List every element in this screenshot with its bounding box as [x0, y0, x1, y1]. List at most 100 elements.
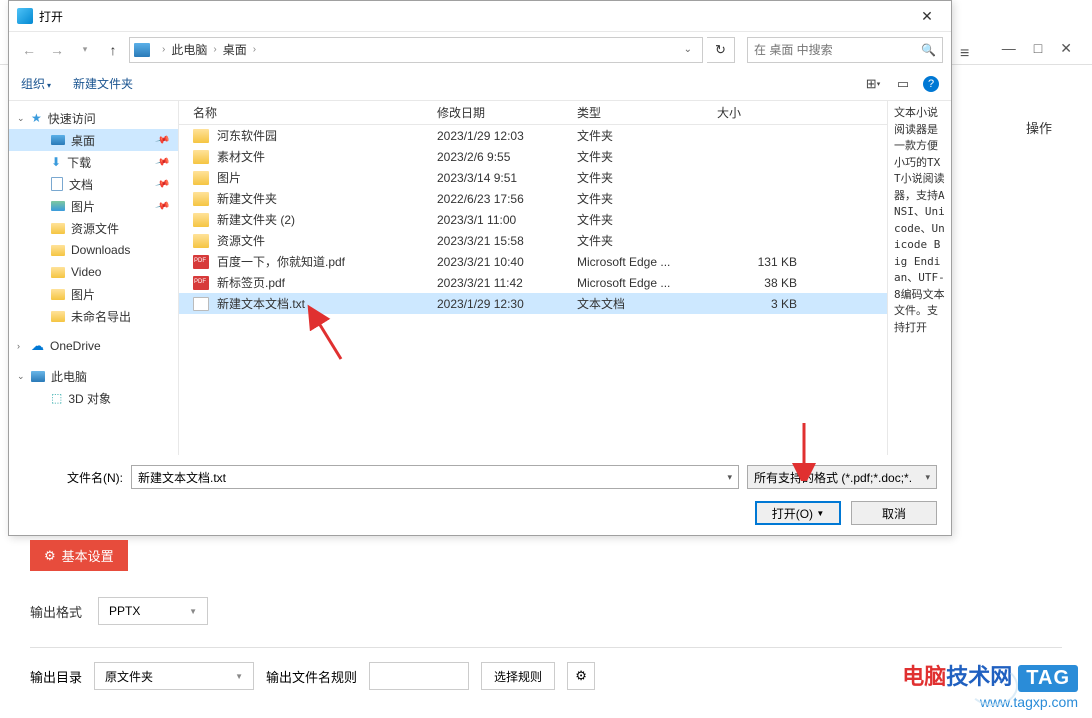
- sidebar: ⌄★快速访问 桌面📌 ⬇下载📌 文档📌 图片📌 资源文件 Downloads V…: [9, 101, 179, 455]
- txt-icon: [193, 297, 209, 311]
- file-name: 新建文件夹 (2): [217, 211, 437, 228]
- file-row[interactable]: 新建文本文档.txt2023/1/29 12:30文本文档3 KB: [179, 293, 887, 314]
- hamburger-icon[interactable]: ≡: [960, 45, 969, 63]
- chevron-down-icon[interactable]: ⌄: [678, 44, 698, 55]
- nav-bar: ← → ▾ ↑ › 此电脑 › 桌面 › ⌄ ↻ 🔍: [9, 31, 951, 67]
- sidebar-quick-access[interactable]: ⌄★快速访问: [9, 107, 178, 129]
- column-type[interactable]: 类型: [577, 104, 717, 121]
- file-row[interactable]: 百度一下，你就知道.pdf2023/3/21 10:40Microsoft Ed…: [179, 251, 887, 272]
- file-date: 2023/3/1 11:00: [437, 213, 577, 227]
- close-button[interactable]: ✕: [907, 2, 947, 30]
- chevron-right-icon[interactable]: ›: [253, 44, 256, 55]
- refresh-button[interactable]: ↻: [707, 37, 735, 63]
- open-button[interactable]: 打开(O) ▼: [755, 501, 841, 525]
- breadcrumb-folder[interactable]: 桌面: [223, 41, 247, 58]
- search-icon[interactable]: 🔍: [921, 43, 936, 57]
- back-button[interactable]: ←: [17, 38, 41, 62]
- sidebar-onedrive[interactable]: ›☁OneDrive: [9, 335, 178, 357]
- column-size[interactable]: 大小: [717, 104, 817, 121]
- view-mode-button[interactable]: ⊞▾: [863, 75, 883, 93]
- file-name: 新标签页.pdf: [217, 274, 437, 291]
- file-row[interactable]: 新建文件夹2022/6/23 17:56文件夹: [179, 188, 887, 209]
- chevron-right-icon[interactable]: ›: [213, 44, 216, 55]
- folder-icon: [193, 150, 209, 164]
- forward-button: →: [45, 38, 69, 62]
- recent-dropdown[interactable]: ▾: [73, 38, 97, 62]
- chevron-right-icon[interactable]: ›: [162, 44, 165, 55]
- gear-icon: ⚙: [44, 548, 56, 564]
- column-name[interactable]: 名称: [179, 104, 437, 121]
- folder-icon: [193, 171, 209, 185]
- folder-icon: [193, 234, 209, 248]
- output-rule-input[interactable]: [369, 662, 469, 690]
- file-type: Microsoft Edge ...: [577, 276, 717, 290]
- file-name: 新建文本文档.txt: [217, 295, 437, 312]
- minimize-icon[interactable]: —: [1002, 40, 1016, 57]
- file-name: 资源文件: [217, 232, 437, 249]
- address-bar[interactable]: › 此电脑 › 桌面 › ⌄: [129, 37, 703, 63]
- open-file-dialog: 打开 ✕ ← → ▾ ↑ › 此电脑 › 桌面 › ⌄ ↻ 🔍 组织▾ 新建文件…: [8, 0, 952, 536]
- file-size: 3 KB: [717, 297, 807, 311]
- app-icon: [17, 8, 33, 24]
- file-date: 2022/6/23 17:56: [437, 192, 577, 206]
- file-name: 新建文件夹: [217, 190, 437, 207]
- output-format-label: 输出格式: [30, 602, 82, 621]
- file-row[interactable]: 河东软件园2023/1/29 12:03文件夹: [179, 125, 887, 146]
- file-row[interactable]: 资源文件2023/3/21 15:58文件夹: [179, 230, 887, 251]
- file-row[interactable]: 新标签页.pdf2023/3/21 11:42Microsoft Edge ..…: [179, 272, 887, 293]
- preview-pane: 文本小说阅读器是一款方便小巧的TXT小说阅读器，支持ANSI、Unicode、U…: [887, 101, 951, 455]
- settings-gear-button[interactable]: ⚙: [567, 662, 595, 690]
- file-date: 2023/2/6 9:55: [437, 150, 577, 164]
- file-date: 2023/1/29 12:03: [437, 129, 577, 143]
- sidebar-item-documents[interactable]: 文档📌: [9, 173, 178, 195]
- file-date: 2023/3/21 10:40: [437, 255, 577, 269]
- dialog-title: 打开: [39, 8, 907, 25]
- search-input[interactable]: [754, 43, 921, 57]
- organize-button[interactable]: 组织▾: [21, 75, 51, 92]
- sidebar-item-pictures[interactable]: 图片📌: [9, 195, 178, 217]
- output-format-select[interactable]: PPTX▼: [98, 597, 208, 625]
- file-type: 文件夹: [577, 211, 717, 228]
- maximize-icon[interactable]: □: [1034, 40, 1042, 57]
- output-dir-select[interactable]: 原文件夹▼: [94, 662, 254, 690]
- up-button[interactable]: ↑: [101, 38, 125, 62]
- help-icon[interactable]: ?: [923, 76, 939, 92]
- newfolder-button[interactable]: 新建文件夹: [73, 75, 133, 92]
- pdf-icon: [193, 255, 209, 269]
- file-type: 文本文档: [577, 295, 717, 312]
- file-date: 2023/3/21 15:58: [437, 234, 577, 248]
- sidebar-3d-objects[interactable]: ⬚3D 对象: [9, 387, 178, 409]
- file-row[interactable]: 素材文件2023/2/6 9:55文件夹: [179, 146, 887, 167]
- file-row[interactable]: 图片2023/3/14 9:51文件夹: [179, 167, 887, 188]
- sidebar-item[interactable]: Video: [9, 261, 178, 283]
- select-rule-button[interactable]: 选择规则: [481, 662, 555, 690]
- file-type: 文件夹: [577, 232, 717, 249]
- file-type: Microsoft Edge ...: [577, 255, 717, 269]
- preview-pane-button[interactable]: ▭: [893, 75, 913, 93]
- sidebar-item[interactable]: Downloads: [9, 239, 178, 261]
- file-type: 文件夹: [577, 190, 717, 207]
- file-list: 名称 修改日期 类型 大小 河东软件园2023/1/29 12:03文件夹素材文…: [179, 101, 887, 455]
- sidebar-item[interactable]: 未命名导出: [9, 305, 178, 327]
- operation-header: 操作: [1026, 118, 1052, 137]
- toolbar: 组织▾ 新建文件夹 ⊞▾ ▭ ?: [9, 67, 951, 101]
- cancel-button[interactable]: 取消: [851, 501, 937, 525]
- file-name: 图片: [217, 169, 437, 186]
- breadcrumb-root[interactable]: 此电脑: [171, 41, 207, 58]
- titlebar: 打开 ✕: [9, 1, 951, 31]
- search-box[interactable]: 🔍: [747, 37, 943, 63]
- filename-label: 文件名(N):: [23, 469, 123, 486]
- pdf-icon: [193, 276, 209, 290]
- sidebar-item[interactable]: 图片: [9, 283, 178, 305]
- column-headers[interactable]: 名称 修改日期 类型 大小: [179, 101, 887, 125]
- sidebar-item[interactable]: 资源文件: [9, 217, 178, 239]
- file-row[interactable]: 新建文件夹 (2)2023/3/1 11:00文件夹: [179, 209, 887, 230]
- basic-settings-button[interactable]: ⚙基本设置: [30, 540, 128, 571]
- close-icon[interactable]: ✕: [1060, 40, 1072, 57]
- sidebar-this-pc[interactable]: ⌄此电脑: [9, 365, 178, 387]
- sidebar-item-desktop[interactable]: 桌面📌: [9, 129, 178, 151]
- column-date[interactable]: 修改日期: [437, 104, 577, 121]
- filename-input[interactable]: 新建文本文档.txt▾: [131, 465, 739, 489]
- sidebar-item-downloads[interactable]: ⬇下载📌: [9, 151, 178, 173]
- filetype-select[interactable]: 所有支持的格式 (*.pdf;*.doc;*.▾: [747, 465, 937, 489]
